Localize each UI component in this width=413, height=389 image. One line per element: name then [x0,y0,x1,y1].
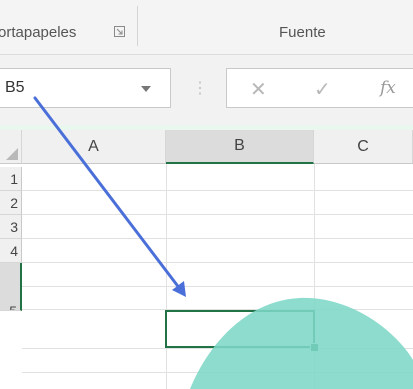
annotation-arrow-icon [33,96,186,297]
